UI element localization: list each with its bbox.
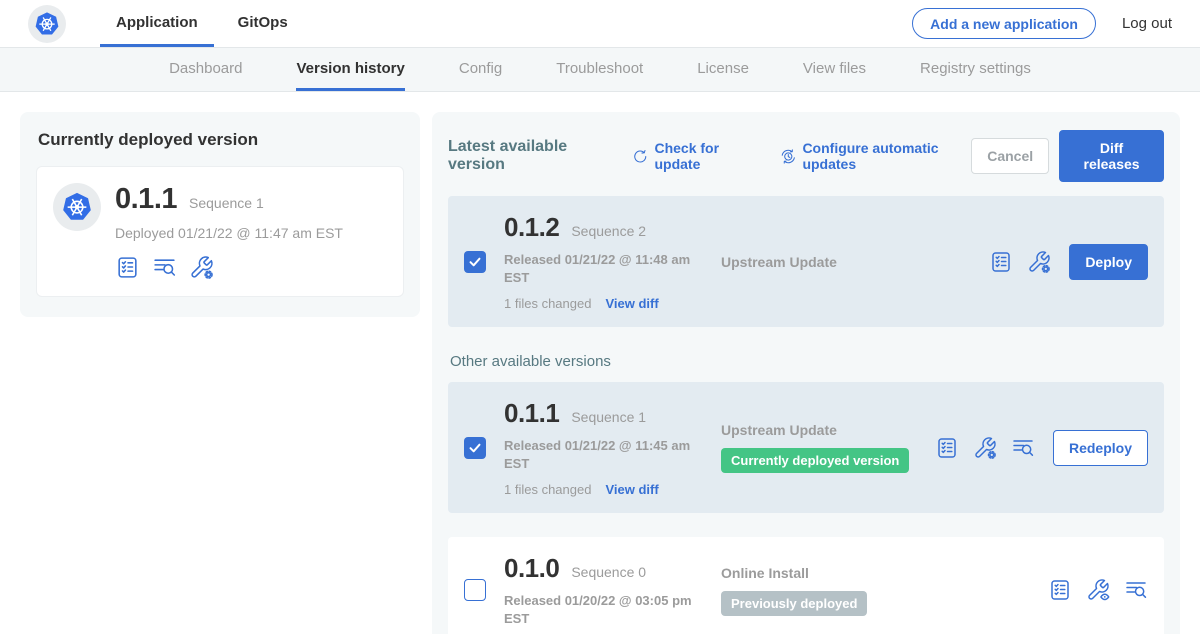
logout-link[interactable]: Log out	[1122, 15, 1172, 32]
version-checkbox[interactable]	[464, 251, 486, 273]
version-history-page: Currently deployed version 0.1.1 Sequenc…	[0, 92, 1200, 634]
preflight-results-icon[interactable]	[1124, 578, 1148, 602]
preflight-results-icon[interactable]	[152, 255, 177, 280]
tab-view-files[interactable]: View files	[803, 48, 866, 91]
other-available-versions-title: Other available versions	[450, 353, 1162, 370]
deployed-sequence-label: Sequence 1	[189, 195, 264, 211]
sequence-label: Sequence 1	[571, 409, 646, 425]
version-source-label: Online Install	[721, 565, 1036, 581]
release-notes-icon[interactable]	[1048, 578, 1072, 602]
version-source-label: Upstream Update	[721, 422, 923, 438]
view-diff-link[interactable]: View diff	[605, 296, 658, 311]
view-config-icon[interactable]	[1086, 578, 1110, 602]
configure-automatic-updates-link[interactable]: Configure automatic updates	[780, 140, 971, 172]
deployed-version-box: 0.1.1 Sequence 1 Deployed 01/21/22 @ 11:…	[36, 166, 404, 297]
deployed-timestamp: Deployed 01/21/22 @ 11:47 am EST	[115, 225, 343, 241]
check-for-update-label: Check for update	[654, 140, 753, 172]
tab-application[interactable]: Application	[100, 0, 214, 47]
preflight-results-icon[interactable]	[1011, 436, 1035, 460]
version-source-label: Upstream Update	[721, 254, 977, 270]
refresh-icon	[632, 147, 649, 166]
clock-cycle-icon	[780, 147, 797, 166]
version-row-0-1-2: 0.1.2 Sequence 2 Released 01/21/22 @ 11:…	[448, 196, 1164, 327]
currently-deployed-card: Currently deployed version 0.1.1 Sequenc…	[20, 112, 420, 317]
tab-registry-settings[interactable]: Registry settings	[920, 48, 1031, 91]
top-nav: Application GitOps Add a new application…	[0, 0, 1200, 48]
deploy-button[interactable]: Deploy	[1069, 244, 1148, 280]
tab-version-history[interactable]: Version history	[296, 48, 404, 91]
currently-deployed-title: Currently deployed version	[38, 130, 404, 150]
checkmark-icon	[466, 253, 484, 271]
app-logo	[53, 183, 101, 231]
tab-troubleshoot[interactable]: Troubleshoot	[556, 48, 643, 91]
released-timestamp: Released 01/21/22 @ 11:45 am EST	[504, 437, 709, 472]
version-checkbox[interactable]	[464, 437, 486, 459]
version-checkbox[interactable]	[464, 579, 486, 601]
check-for-update-link[interactable]: Check for update	[632, 140, 754, 172]
release-notes-icon[interactable]	[115, 255, 140, 280]
edit-config-icon[interactable]	[1027, 250, 1051, 274]
version-row-0-1-1: 0.1.1 Sequence 1 Released 01/21/22 @ 11:…	[448, 382, 1164, 513]
version-row-0-1-0: 0.1.0 Sequence 0 Released 01/20/22 @ 03:…	[448, 537, 1164, 634]
view-diff-link[interactable]: View diff	[605, 482, 658, 497]
currently-deployed-badge: Currently deployed version	[721, 448, 909, 473]
sequence-label: Sequence 2	[571, 223, 646, 239]
available-versions-panel: Latest available version Check for updat…	[432, 112, 1180, 634]
add-new-application-button[interactable]: Add a new application	[912, 8, 1096, 39]
app-logo	[28, 5, 66, 43]
tab-dashboard[interactable]: Dashboard	[169, 48, 242, 91]
kubernetes-logo-icon	[60, 190, 94, 224]
tab-gitops[interactable]: GitOps	[222, 0, 304, 47]
version-number: 0.1.0	[504, 553, 559, 584]
tab-config[interactable]: Config	[459, 48, 502, 91]
latest-available-title: Latest available version	[448, 138, 606, 174]
previously-deployed-badge: Previously deployed	[721, 591, 867, 616]
released-timestamp: Released 01/20/22 @ 03:05 pm EST	[504, 592, 709, 627]
files-changed-label: 1 files changed	[504, 482, 591, 497]
version-number: 0.1.2	[504, 212, 559, 243]
deployed-version-number: 0.1.1	[115, 183, 177, 216]
cancel-button[interactable]: Cancel	[971, 138, 1049, 174]
app-sub-nav: Dashboard Version history Config Trouble…	[0, 48, 1200, 92]
edit-config-icon[interactable]	[973, 436, 997, 460]
sequence-label: Sequence 0	[571, 564, 646, 580]
version-number: 0.1.1	[504, 398, 559, 429]
release-notes-icon[interactable]	[989, 250, 1013, 274]
released-timestamp: Released 01/21/22 @ 11:48 am EST	[504, 251, 709, 286]
kubernetes-logo-icon	[33, 10, 61, 38]
diff-releases-button[interactable]: Diff releases	[1059, 130, 1164, 182]
configure-automatic-updates-label: Configure automatic updates	[802, 140, 971, 172]
checkmark-icon	[466, 439, 484, 457]
release-notes-icon[interactable]	[935, 436, 959, 460]
files-changed-label: 1 files changed	[504, 296, 591, 311]
edit-config-icon[interactable]	[189, 255, 214, 280]
tab-license[interactable]: License	[697, 48, 749, 91]
top-nav-tabs: Application GitOps	[100, 0, 304, 47]
redeploy-button[interactable]: Redeploy	[1053, 430, 1148, 466]
